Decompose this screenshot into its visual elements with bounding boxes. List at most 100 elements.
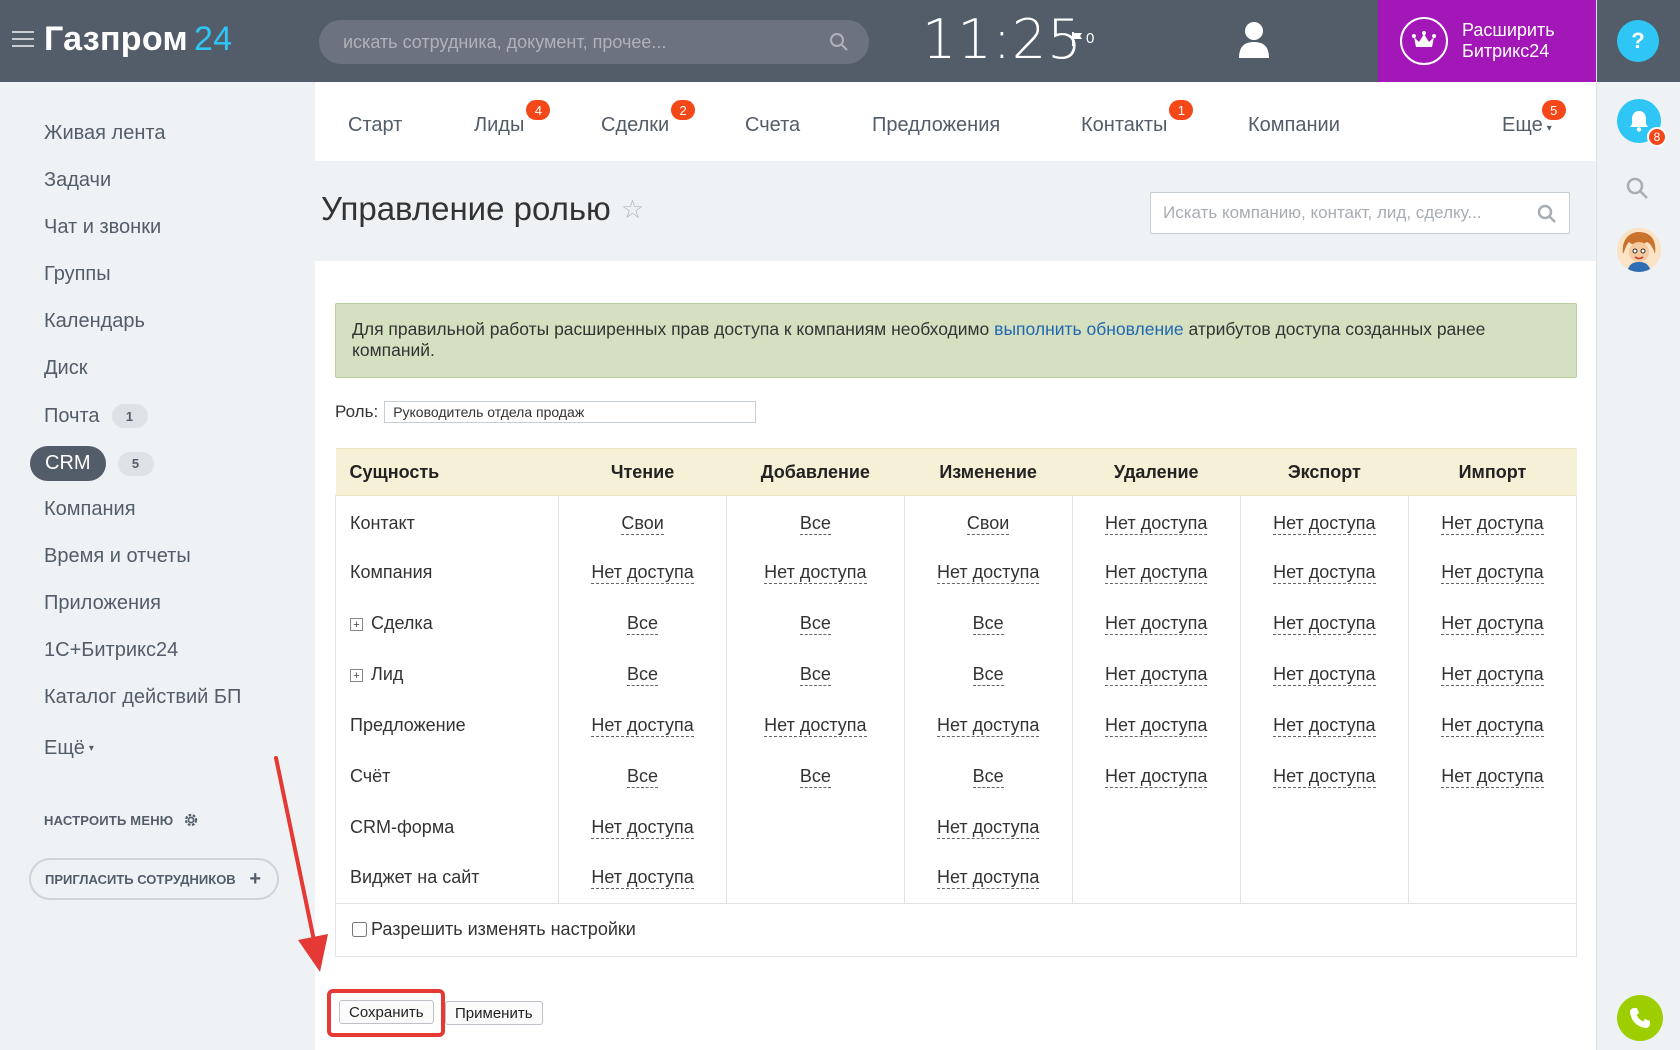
- permission-value[interactable]: Свои: [966, 512, 1010, 535]
- permission-value[interactable]: Нет доступа: [936, 867, 1040, 890]
- permission-value[interactable]: Нет доступа: [764, 561, 867, 584]
- permission-value[interactable]: Все: [627, 765, 659, 788]
- permission-value[interactable]: Все: [627, 663, 659, 686]
- permission-value[interactable]: Нет доступа: [1105, 512, 1208, 535]
- tab-deals[interactable]: Сделки 2: [601, 100, 696, 137]
- permission-cell: Нет доступа: [1239, 546, 1409, 598]
- tab-more[interactable]: Еще ▾ 5: [1502, 100, 1566, 137]
- invite-label: ПРИГЛАСИТЬ СОТРУДНИКОВ: [45, 871, 236, 887]
- configure-menu-button[interactable]: НАСТРОИТЬ МЕНЮ: [44, 812, 199, 828]
- upgrade-button[interactable]: Расширить Битрикс24: [1378, 0, 1596, 82]
- permission-value[interactable]: Нет доступа: [1105, 765, 1208, 788]
- permission-cell: Нет доступа: [1071, 597, 1241, 649]
- clock[interactable]: 11:25: [922, 8, 1083, 71]
- permission-value[interactable]: Нет доступа: [1273, 512, 1376, 535]
- permission-value[interactable]: Нет доступа: [764, 714, 867, 737]
- permission-value[interactable]: Нет доступа: [936, 816, 1040, 839]
- permission-value[interactable]: Нет доступа: [1105, 663, 1208, 686]
- tab-leads[interactable]: Лиды 4: [474, 100, 551, 137]
- configure-menu-label: НАСТРОИТЬ МЕНЮ: [44, 812, 174, 828]
- apply-button[interactable]: Применить: [445, 1001, 543, 1025]
- user-profile-icon[interactable]: [1237, 20, 1271, 65]
- permission-value[interactable]: Нет доступа: [591, 867, 694, 890]
- crm-search[interactable]: [1150, 192, 1570, 234]
- permission-value[interactable]: Все: [972, 663, 1004, 686]
- menu-toggle-icon[interactable]: [12, 31, 34, 49]
- tab-start[interactable]: Старт: [348, 114, 402, 137]
- permission-value[interactable]: Все: [972, 765, 1004, 788]
- search-icon[interactable]: [829, 32, 849, 52]
- sidebar-item-crm[interactable]: CRM 5: [30, 446, 154, 481]
- sidebar-item-tasks[interactable]: Задачи: [44, 169, 111, 192]
- role-name-input[interactable]: [384, 401, 757, 423]
- global-search-input[interactable]: [319, 20, 869, 64]
- expand-icon[interactable]: +: [350, 669, 363, 682]
- notifications-button[interactable]: 8: [1617, 99, 1667, 147]
- permission-value[interactable]: Нет доступа: [1105, 561, 1208, 584]
- avatar[interactable]: [1617, 228, 1661, 272]
- sidebar-item-chat[interactable]: Чат и звонки: [44, 216, 161, 239]
- permission-value[interactable]: Нет доступа: [1273, 561, 1376, 584]
- permission-value[interactable]: Свои: [621, 512, 664, 535]
- sidebar-item-disk[interactable]: Диск: [44, 357, 87, 380]
- permission-value[interactable]: Все: [799, 512, 831, 535]
- permission-value[interactable]: Нет доступа: [1441, 765, 1544, 788]
- tab-quotes[interactable]: Предложения: [872, 114, 1000, 137]
- sidebar-item-time-reports[interactable]: Время и отчеты: [44, 545, 191, 568]
- logo[interactable]: Газпром 24: [44, 20, 232, 59]
- sidebar-item-feed[interactable]: Живая лента: [44, 122, 165, 145]
- sidebar-item-groups[interactable]: Группы: [44, 263, 111, 286]
- permission-value[interactable]: Все: [627, 612, 659, 635]
- permission-value[interactable]: Все: [799, 612, 831, 635]
- permission-value[interactable]: Нет доступа: [591, 561, 694, 584]
- sidebar-item-label: Задачи: [44, 169, 112, 191]
- permission-value[interactable]: Нет доступа: [1441, 512, 1544, 535]
- permission-value[interactable]: Нет доступа: [1273, 765, 1376, 788]
- permission-value[interactable]: Нет доступа: [936, 714, 1040, 737]
- sidebar-item-mail[interactable]: Почта 1: [44, 404, 148, 428]
- run-update-link[interactable]: выполнить обновление: [994, 319, 1184, 339]
- permission-value[interactable]: Нет доступа: [1273, 714, 1376, 737]
- permission-value[interactable]: Нет доступа: [1105, 612, 1208, 635]
- sidebar-item-apps[interactable]: Приложения: [44, 592, 161, 615]
- sidebar-item-calendar[interactable]: Календарь: [44, 310, 145, 333]
- invite-employees-button[interactable]: ПРИГЛАСИТЬ СОТРУДНИКОВ +: [29, 858, 279, 900]
- search-icon[interactable]: [1537, 204, 1557, 224]
- sidebar-item-bp-catalog[interactable]: Каталог действий БП: [44, 686, 241, 709]
- table-row: + Сделка Все Все Все Нет доступа Нет доступа Не…: [335, 597, 1578, 649]
- permission-value[interactable]: Нет доступа: [1441, 714, 1544, 737]
- permission-value[interactable]: Все: [799, 765, 831, 788]
- flag-counter[interactable]: 0: [1072, 30, 1094, 47]
- permission-value[interactable]: Нет доступа: [1441, 663, 1544, 686]
- sidebar-item-1c[interactable]: 1С+Битрикс24: [44, 639, 178, 662]
- permission-value[interactable]: Все: [972, 612, 1004, 635]
- permission-value[interactable]: Нет доступа: [1273, 612, 1376, 635]
- permission-value[interactable]: Все: [799, 663, 831, 686]
- column-header: Удаление: [1072, 448, 1241, 496]
- tab-contacts[interactable]: Контакты 1: [1081, 100, 1194, 137]
- allow-settings-checkbox[interactable]: Разрешить изменять настройки: [352, 919, 636, 940]
- allow-settings-input[interactable]: [352, 921, 367, 937]
- permission-value[interactable]: Нет доступа: [936, 561, 1040, 584]
- expand-icon[interactable]: +: [350, 618, 363, 631]
- call-button[interactable]: [1617, 995, 1663, 1041]
- crm-search-input[interactable]: [1151, 193, 1569, 233]
- sidebar-item-company[interactable]: Компания: [44, 498, 136, 521]
- permission-cell: [726, 852, 905, 904]
- permission-value[interactable]: Нет доступа: [1273, 663, 1376, 686]
- permission-value[interactable]: Нет доступа: [1441, 612, 1544, 635]
- permission-value[interactable]: Нет доступа: [591, 816, 694, 839]
- help-button[interactable]: ?: [1617, 20, 1659, 62]
- permission-value[interactable]: Нет доступа: [1105, 714, 1208, 737]
- flag-icon: [1072, 31, 1082, 46]
- tab-invoices[interactable]: Счета: [745, 114, 800, 137]
- sidebar-item-more[interactable]: Ещё ▾: [44, 737, 94, 760]
- permission-value[interactable]: Нет доступа: [1441, 561, 1544, 584]
- save-button[interactable]: Сохранить: [339, 1000, 434, 1024]
- permission-cell: Нет доступа: [557, 852, 727, 904]
- tab-companies[interactable]: Компании: [1248, 114, 1340, 137]
- star-icon[interactable]: ☆: [621, 194, 644, 225]
- search-icon[interactable]: [1625, 176, 1649, 200]
- global-search[interactable]: [319, 20, 869, 64]
- permission-value[interactable]: Нет доступа: [591, 714, 694, 737]
